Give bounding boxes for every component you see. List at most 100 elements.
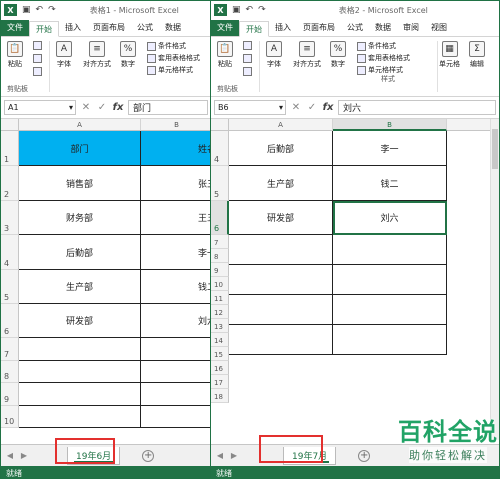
row-header[interactable]: 2 — [1, 166, 19, 201]
row-header[interactable]: 15 — [211, 347, 229, 361]
cell-a5[interactable]: 生产部 — [229, 166, 333, 201]
row-header[interactable]: 5 — [211, 166, 229, 201]
cell-a5[interactable]: 生产部 — [19, 270, 141, 304]
row-header[interactable]: 12 — [211, 305, 229, 319]
tab-formulas[interactable]: 公式 — [131, 20, 159, 36]
row-header[interactable]: 13 — [211, 319, 229, 333]
row-header[interactable]: 3 — [1, 201, 19, 235]
empty-cell[interactable] — [229, 265, 333, 295]
add-sheet-icon[interactable]: + — [358, 449, 371, 462]
check-icon[interactable]: ✓ — [96, 102, 108, 113]
cell-b6[interactable]: 刘六 — [333, 201, 447, 235]
sheet-next-icon[interactable]: ▶ — [19, 451, 29, 460]
tab-data[interactable]: 数据 — [159, 20, 187, 36]
tab-review[interactable]: 审阅 — [397, 20, 425, 36]
cell-b2[interactable]: 张三 — [141, 166, 211, 201]
number-button[interactable]: % 数字 — [120, 41, 136, 69]
column-header-b[interactable]: B — [333, 119, 447, 131]
cell-b5[interactable]: 钱二 — [141, 270, 211, 304]
undo-icon[interactable]: ↶ — [36, 5, 44, 15]
empty-cell[interactable] — [333, 295, 447, 325]
row-header[interactable]: 5 — [1, 270, 19, 304]
row-header[interactable]: 18 — [211, 389, 229, 403]
tab-file[interactable]: 文件 — [211, 20, 239, 36]
formula-input[interactable]: 部门 — [128, 100, 208, 115]
cell-a2[interactable]: 销售部 — [19, 166, 141, 201]
cut-button[interactable] — [243, 41, 252, 50]
save-icon[interactable]: ▣ — [22, 5, 31, 15]
empty-cell[interactable] — [141, 338, 211, 361]
tab-insert[interactable]: 插入 — [59, 20, 87, 36]
cell-style-button[interactable]: 单元格样式 — [357, 65, 403, 75]
redo-icon[interactable]: ↷ — [48, 5, 56, 15]
empty-cell[interactable] — [333, 325, 447, 355]
empty-cell[interactable] — [19, 361, 141, 383]
row-header[interactable]: 6 — [1, 304, 19, 338]
row-header[interactable]: 11 — [211, 291, 229, 305]
row-header[interactable]: 9 — [211, 263, 229, 277]
tab-home[interactable]: 开始 — [239, 21, 269, 37]
cell-a4[interactable]: 后勤部 — [229, 131, 333, 166]
row-header[interactable]: 16 — [211, 361, 229, 375]
font-button[interactable]: A 字体 — [266, 41, 282, 69]
formula-input[interactable]: 刘六 — [338, 100, 496, 115]
copy-button[interactable] — [243, 54, 252, 63]
row-header[interactable]: 9 — [1, 383, 19, 406]
cancel-icon[interactable]: ✕ — [290, 102, 302, 113]
table-format-button[interactable]: 套用表格格式 — [357, 53, 410, 63]
row-header[interactable]: 6 — [211, 201, 229, 235]
cell-style-button[interactable]: 单元格样式 — [147, 65, 193, 75]
row-header[interactable]: 10 — [1, 406, 19, 428]
empty-cell[interactable] — [141, 406, 211, 428]
column-header-a[interactable]: A — [229, 119, 333, 131]
empty-cell[interactable] — [19, 406, 141, 428]
paste-button[interactable]: 📋 粘贴 — [7, 41, 23, 69]
cancel-icon[interactable]: ✕ — [80, 102, 92, 113]
cell-a6[interactable]: 研发部 — [229, 201, 333, 235]
cell-a1[interactable]: 部门 — [19, 131, 141, 166]
insert-function-icon[interactable]: fx — [322, 102, 334, 113]
empty-cell[interactable] — [229, 325, 333, 355]
empty-cell[interactable] — [333, 265, 447, 295]
vertical-scrollbar[interactable] — [490, 119, 499, 440]
empty-cell[interactable] — [141, 383, 211, 406]
cell-a3[interactable]: 财务部 — [19, 201, 141, 235]
check-icon[interactable]: ✓ — [306, 102, 318, 113]
add-sheet-icon[interactable]: + — [142, 449, 155, 462]
row-header[interactable]: 14 — [211, 333, 229, 347]
cut-button[interactable] — [33, 41, 42, 50]
name-box[interactable]: B6 ▾ — [214, 100, 286, 115]
tab-page-layout[interactable]: 页面布局 — [87, 20, 131, 36]
format-painter-button[interactable] — [33, 67, 42, 76]
name-box[interactable]: A1 ▾ — [4, 100, 76, 115]
cell-b4[interactable]: 李一 — [141, 235, 211, 270]
row-header[interactable]: 4 — [211, 131, 229, 166]
row-header[interactable]: 17 — [211, 375, 229, 389]
table-format-button[interactable]: 套用表格格式 — [147, 53, 200, 63]
sheet-prev-icon[interactable]: ◀ — [215, 451, 225, 460]
cell-b5[interactable]: 钱二 — [333, 166, 447, 201]
cell-b3[interactable]: 王五 — [141, 201, 211, 235]
number-button[interactable]: % 数字 — [330, 41, 346, 69]
row-header[interactable]: 8 — [211, 249, 229, 263]
row-header[interactable]: 7 — [211, 235, 229, 249]
align-button[interactable]: ≡ 对齐方式 — [293, 41, 321, 69]
tab-view[interactable]: 视图 — [425, 20, 453, 36]
tab-data[interactable]: 数据 — [369, 20, 397, 36]
cell-b6[interactable]: 刘六 — [141, 304, 211, 338]
cells-button[interactable]: ▦ 单元格 — [439, 41, 460, 69]
redo-icon[interactable]: ↷ — [258, 5, 266, 15]
copy-button[interactable] — [33, 54, 42, 63]
insert-function-icon[interactable]: fx — [112, 102, 124, 113]
edit-button[interactable]: Σ 编辑 — [469, 41, 485, 69]
paste-button[interactable]: 📋 粘贴 — [217, 41, 233, 69]
cell-a4[interactable]: 后勤部 — [19, 235, 141, 270]
tab-home[interactable]: 开始 — [29, 21, 59, 37]
column-header-c[interactable] — [447, 119, 492, 131]
format-painter-button[interactable] — [243, 67, 252, 76]
tab-page-layout[interactable]: 页面布局 — [297, 20, 341, 36]
cell-a6[interactable]: 研发部 — [19, 304, 141, 338]
row-header[interactable]: 10 — [211, 277, 229, 291]
empty-cell[interactable] — [19, 338, 141, 361]
tab-file[interactable]: 文件 — [1, 20, 29, 36]
